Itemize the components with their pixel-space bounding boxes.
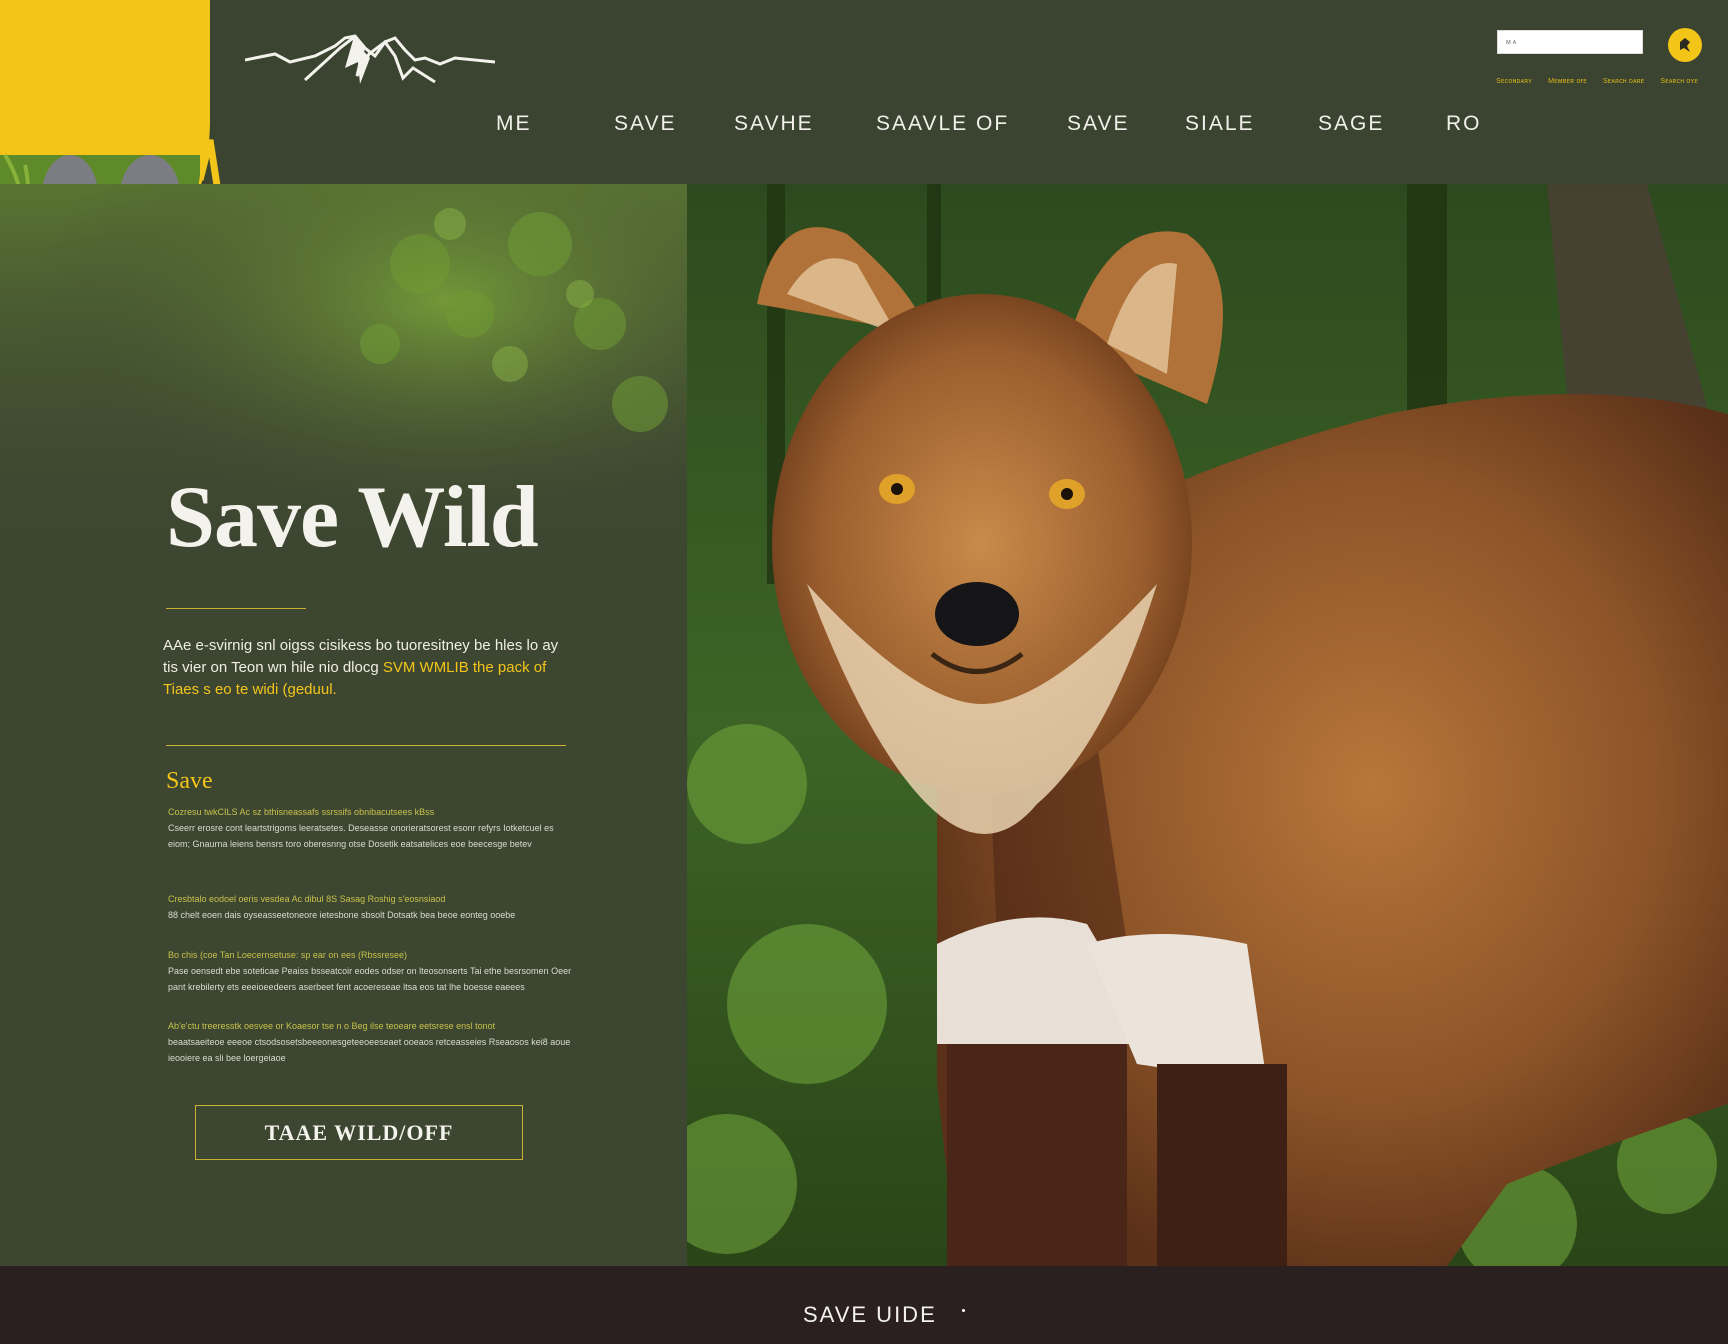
nav-item-savhe[interactable]: SAVHE <box>734 112 876 136</box>
wild-dog-photo <box>687 184 1728 1266</box>
nav-item-save-2[interactable]: SAVE <box>1067 112 1185 136</box>
intro-divider <box>166 745 566 746</box>
nav-item-saavle-of[interactable]: SAAVLE OF <box>876 112 1067 136</box>
paragraph-body: 88 chelt eoen dais oyseasseetoneore iete… <box>168 910 516 920</box>
search-input[interactable] <box>1497 30 1643 54</box>
cta-button[interactable]: TAAE WILD/OFF <box>195 1105 523 1160</box>
section-title: Save <box>166 768 213 794</box>
utility-link[interactable]: Mᴇᴍʙᴇʀ ᴏғᴇ <box>1548 78 1587 85</box>
utility-link[interactable]: Sᴇᴄᴏɴᴅᴀʀʏ <box>1496 78 1532 85</box>
paragraph-lead: Cozresu twkCILS Ac sz bthisneassafs ssrs… <box>168 807 435 817</box>
mountain-range-icon[interactable] <box>245 28 495 90</box>
section-paragraph: Cresbtalo eodoel oeris vesdea Ac dibul 8… <box>168 891 578 923</box>
utility-links: Sᴇᴄᴏɴᴅᴀʀʏ Mᴇᴍʙᴇʀ ᴏғᴇ Sᴇᴀʀᴄʜ ᴅᴀʀᴇ Sᴇᴀʀᴄʜ … <box>1496 78 1698 85</box>
nav-item-sage[interactable]: SAGE <box>1318 112 1446 136</box>
nav-item-me[interactable]: ME <box>496 112 614 136</box>
paragraph-lead: Ab'e'ctu treeresstk oesvee or Koaesor ts… <box>168 1021 496 1031</box>
paragraph-lead: Cresbtalo eodoel oeris vesdea Ac dibul 8… <box>168 894 446 904</box>
hero-title: Save Wild <box>166 469 539 566</box>
left-content-panel: Save Wild AAe e-svirnig snl oigss cisike… <box>0 184 687 1266</box>
nav-item-siale[interactable]: SIALE <box>1185 112 1318 136</box>
utility-link[interactable]: Sᴇᴀʀᴄʜ ᴏʏᴇ <box>1660 78 1698 85</box>
hero-intro: AAe e-svirnig snl oigss cisikess bo tuor… <box>163 635 563 701</box>
paragraph-body: Cseerr erosre cont leartstrigoms leerats… <box>168 823 554 849</box>
nav-item-save[interactable]: SAVE <box>614 112 734 136</box>
paragraph-lead: Bo chis (coe Tan Loecernsetuse: sp ear o… <box>168 950 407 960</box>
section-paragraph: Cozresu twkCILS Ac sz bthisneassafs ssrs… <box>168 804 578 852</box>
section-paragraph: Ab'e'ctu treeresstk oesvee or Koaesor ts… <box>168 1018 578 1066</box>
paragraph-body: Pase oensedt ebe soteticae Peaiss bsseat… <box>168 966 572 992</box>
utility-link[interactable]: Sᴇᴀʀᴄʜ ᴅᴀʀᴇ <box>1603 78 1644 85</box>
section-paragraph: Bo chis (coe Tan Loecernsetuse: sp ear o… <box>168 947 578 995</box>
title-divider <box>166 608 306 609</box>
main-nav: ME SAVE SAVHE SAAVLE OF SAVE SIALE SAGE … <box>496 112 1498 136</box>
footer-dot <box>962 1309 965 1312</box>
user-icon <box>1680 38 1690 52</box>
user-button[interactable] <box>1668 28 1702 62</box>
nav-item-ro[interactable]: RO <box>1446 112 1498 136</box>
footer-label[interactable]: SAVE UIDE <box>803 1302 937 1328</box>
paragraph-body: beaatsaeiteoe eeeoe ctsodsosetsbeeeonesg… <box>168 1037 571 1063</box>
